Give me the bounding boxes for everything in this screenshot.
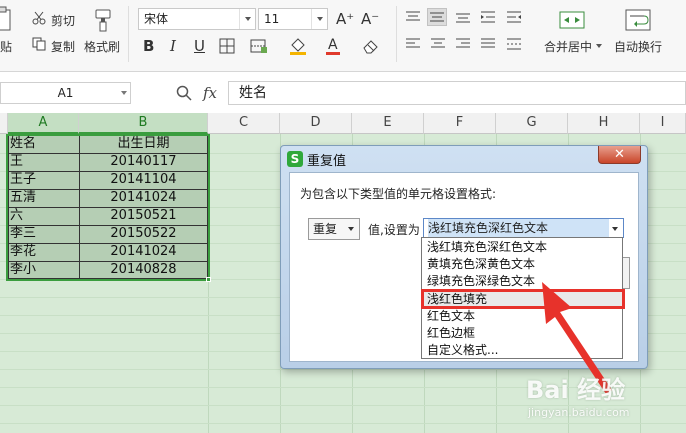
chevron-down-icon[interactable] [348,227,354,234]
cell-a7[interactable]: 李花 [8,243,78,261]
duplicate-type-select[interactable]: 重复 [308,218,360,240]
cut-button[interactable]: 剪切 [51,12,75,29]
cell-b3[interactable]: 20141104 [79,171,208,189]
cell-b1[interactable]: 出生日期 [79,135,208,153]
ribbon-toolbar: 贴 剪切 复制 格式刷 宋体 11 A⁺ A⁻ B I U A 合并居中 自动换… [0,0,686,72]
align-bottom-icon[interactable] [455,10,471,24]
watermark-logo-text: Bai 经验 [526,376,626,404]
align-right-icon[interactable] [455,37,471,51]
cell-a3[interactable]: 王子 [8,171,78,189]
cell-b5[interactable]: 20150521 [79,207,208,225]
dialog-title: 重复值 [307,154,347,169]
duplicate-type-value: 重复 [313,222,338,236]
bold-button[interactable]: B [143,37,154,55]
borders-icon[interactable] [219,38,235,54]
chevron-down-icon[interactable] [311,9,327,29]
cell-a4[interactable]: 五清 [8,189,78,207]
formula-input-value: 姓名 [239,85,267,101]
font-size-value: 11 [264,12,280,26]
chevron-down-icon[interactable] [121,91,127,98]
column-header-e[interactable]: E [352,113,424,134]
cell-b7[interactable]: 20141024 [79,243,208,261]
zoom-search-icon[interactable] [176,85,192,101]
font-size-select[interactable]: 11 [258,8,328,30]
column-header-g[interactable]: G [496,113,568,134]
wrap-text-icon[interactable] [625,8,651,32]
baidu-watermark: Bai 经验 jingyan.baidu.com [516,370,666,430]
cell-a2[interactable]: 王 [8,153,78,171]
format-option[interactable]: 黄填充色深黄色文本 [422,257,622,272]
cell-b2[interactable]: 20140117 [79,153,208,171]
wrap-text-button[interactable]: 自动换行 [614,38,662,55]
copy-icon[interactable] [32,37,46,51]
scissors-icon[interactable] [32,11,46,25]
column-header-b[interactable]: B [79,113,208,134]
column-header-h[interactable]: H [568,113,640,134]
align-top-icon[interactable] [405,10,421,24]
name-box[interactable]: A1 [0,82,131,104]
clear-format-icon[interactable] [362,38,380,54]
set-as-label: 值,设置为 [368,223,420,237]
svg-text:A: A [328,37,338,53]
cell-a6[interactable]: 李三 [8,225,78,243]
format-painter-icon[interactable] [92,8,114,32]
cell-a8[interactable]: 李小 [8,261,78,279]
rule-description-label: 为包含以下类型值的单元格设置格式: [300,187,497,201]
cell-b8[interactable]: 20140828 [79,261,208,279]
ribbon-divider [396,6,397,62]
paste-label[interactable]: 贴 [0,38,12,55]
shrink-font-button[interactable]: A⁻ [361,10,379,28]
fx-icon[interactable]: fx [203,84,217,102]
paste-icon[interactable] [0,6,14,32]
fill-color-icon[interactable] [289,36,307,56]
cell-b4[interactable]: 20141024 [79,189,208,207]
align-left-icon[interactable] [405,37,421,51]
watermark-url: jingyan.baidu.com [528,406,630,419]
font-name-value: 宋体 [144,12,169,26]
column-header-c[interactable]: C [208,113,280,134]
chevron-down-icon[interactable] [596,44,602,51]
underline-button[interactable]: U [194,37,205,55]
indent-right-icon[interactable] [506,10,522,24]
italic-button[interactable]: I [170,37,176,55]
column-header-i[interactable]: I [640,113,686,134]
format-select-value: 浅红填充色深红色文本 [428,219,609,237]
grow-font-button[interactable]: A⁺ [336,10,354,28]
formula-bar: A1 fx 姓名 [0,78,686,110]
cell-a1[interactable]: 姓名 [8,135,78,153]
name-box-value: A1 [57,86,74,100]
font-color-icon[interactable]: A [325,36,341,56]
merge-cells-icon[interactable] [559,8,585,32]
format-painter-button[interactable]: 格式刷 [84,38,120,55]
formula-input[interactable]: 姓名 [228,81,686,105]
wps-spreadsheet-icon: S [287,151,303,167]
column-header-f[interactable]: F [424,113,496,134]
ribbon-divider [128,6,129,62]
cell-b6[interactable]: 20150522 [79,225,208,243]
distributed-icon[interactable] [506,37,522,51]
cell-style-icon[interactable] [250,38,268,54]
indent-left-icon[interactable] [480,10,496,24]
chevron-down-icon[interactable] [239,9,255,29]
merge-center-button[interactable]: 合并居中 [544,38,592,55]
copy-button[interactable]: 复制 [51,38,75,55]
align-middle-icon[interactable] [427,8,447,26]
column-header-a[interactable]: A [8,113,79,134]
format-option[interactable]: 浅红填充色深红色文本 [422,240,622,255]
corner-header[interactable] [0,113,8,134]
format-select[interactable]: 浅红填充色深红色文本 [423,218,624,238]
close-button[interactable]: ✕ [598,146,641,164]
font-name-select[interactable]: 宋体 [138,8,256,30]
cell-a5[interactable]: 六 [8,207,78,225]
justify-icon[interactable] [480,37,496,51]
column-header-d[interactable]: D [280,113,352,134]
chevron-down-icon[interactable] [612,227,618,234]
align-center-icon[interactable] [430,37,446,51]
